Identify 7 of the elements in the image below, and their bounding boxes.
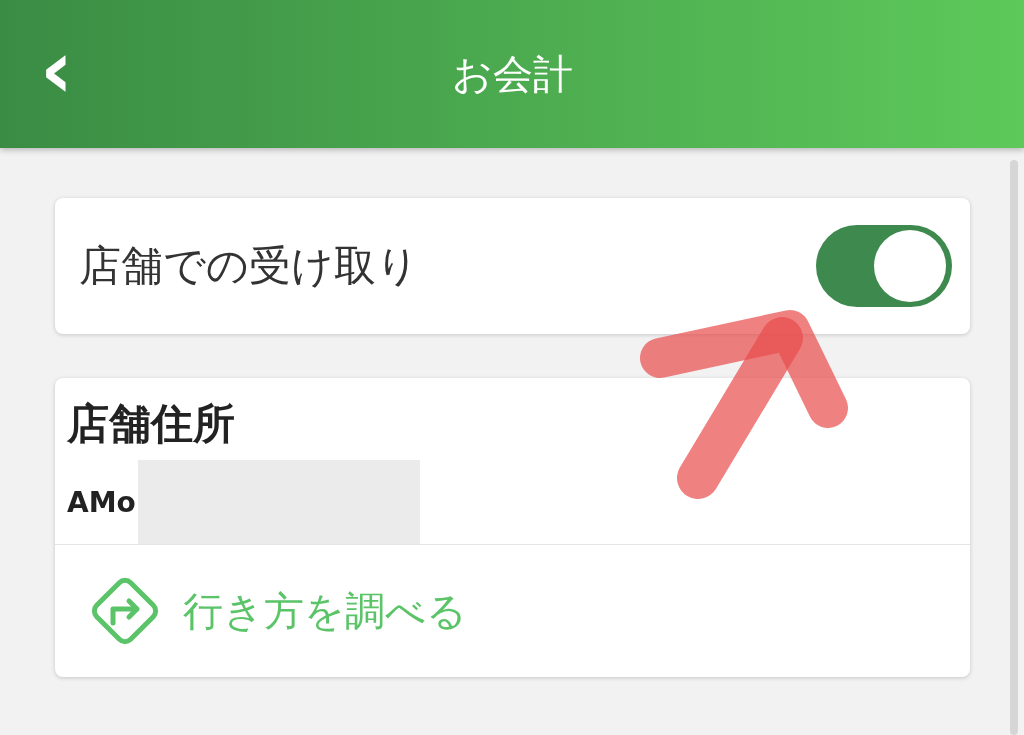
- screen-title: お会計: [451, 49, 573, 99]
- back-button[interactable]: ‹: [30, 40, 83, 100]
- directions-link[interactable]: 行き方を調べる: [55, 545, 970, 677]
- scrollbar[interactable]: [1010, 160, 1018, 735]
- store-address: AMo: [67, 485, 136, 519]
- store-address-heading: 店舗住所: [67, 398, 236, 450]
- pickup-label: 店舗での受け取り: [79, 240, 419, 292]
